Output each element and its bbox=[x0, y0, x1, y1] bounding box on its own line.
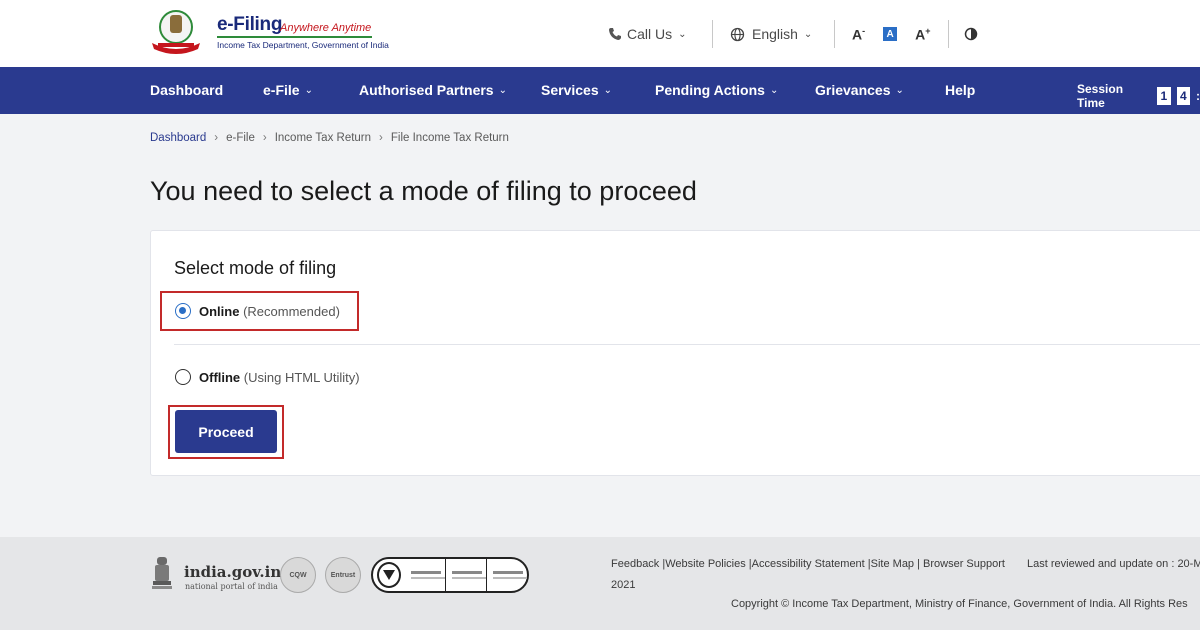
language-label: English bbox=[752, 26, 798, 42]
session-digit: 4 bbox=[1176, 87, 1191, 105]
header-divider bbox=[712, 20, 713, 48]
nav-authorised-partners[interactable]: Authorised Partners ⌄ bbox=[359, 82, 507, 98]
nav-grievances[interactable]: Grievances ⌄ bbox=[815, 82, 904, 98]
call-us-dropdown[interactable]: Call Us ⌄ bbox=[608, 22, 687, 46]
font-size-controls: A- A A+ bbox=[852, 22, 931, 46]
radio-online-button[interactable] bbox=[175, 303, 191, 319]
chevron-down-icon: ⌄ bbox=[678, 28, 687, 40]
contrast-icon bbox=[964, 27, 978, 41]
option-online-desc: (Recommended) bbox=[243, 303, 340, 319]
breadcrumb-separator: › bbox=[262, 132, 267, 144]
iso-badge-icon bbox=[405, 559, 446, 591]
chevron-down-icon: ⌄ bbox=[304, 84, 313, 96]
cqw-seal-icon: CQW bbox=[280, 557, 316, 593]
national-emblem-icon bbox=[152, 557, 172, 589]
language-dropdown[interactable]: English ⌄ bbox=[730, 22, 812, 46]
chevron-down-icon: ⌄ bbox=[895, 84, 904, 96]
brand-title: e-Filing bbox=[217, 14, 283, 35]
bsi-heart-icon bbox=[377, 562, 401, 588]
radio-offline-button[interactable] bbox=[175, 369, 191, 385]
proceed-button[interactable]: Proceed bbox=[175, 410, 277, 453]
phone-icon bbox=[609, 28, 621, 40]
india-gov-subtitle: national portal of india bbox=[185, 582, 278, 591]
footer: india.gov.in national portal of india CQ… bbox=[0, 537, 1200, 630]
brand-tagline: Anywhere Anytime bbox=[280, 22, 372, 34]
breadcrumb-itr[interactable]: Income Tax Return bbox=[275, 132, 371, 144]
font-decrease-button[interactable]: A- bbox=[852, 26, 865, 43]
nav-efile[interactable]: e-File ⌄ bbox=[263, 82, 313, 98]
option-offline-desc: (Using HTML Utility) bbox=[243, 369, 360, 385]
chevron-down-icon: ⌄ bbox=[498, 84, 507, 96]
main-navbar: Dashboard e-File ⌄ Authorised Partners ⌄ S… bbox=[0, 67, 1200, 114]
page-title: You need to select a mode of filing to p… bbox=[150, 176, 697, 206]
breadcrumb-dashboard[interactable]: Dashboard bbox=[150, 132, 206, 144]
font-increase-button[interactable]: A+ bbox=[915, 26, 930, 43]
card-divider bbox=[174, 344, 1200, 345]
card-title: Select mode of filing bbox=[174, 258, 337, 278]
breadcrumb-separator: › bbox=[379, 132, 383, 144]
breadcrumb-efile[interactable]: e-File bbox=[226, 132, 255, 144]
iso-certification-badges bbox=[371, 557, 529, 593]
iso-badge-icon bbox=[446, 559, 487, 591]
footer-last-reviewed: Last reviewed and update on : 20-M bbox=[1027, 558, 1200, 570]
breadcrumb: Dashboard › e-File › Income Tax Return ›… bbox=[150, 132, 509, 144]
emblem-logo-icon bbox=[152, 10, 200, 54]
brand-subtitle: Income Tax Department, Government of Ind… bbox=[217, 40, 389, 50]
chevron-down-icon: ⌄ bbox=[769, 84, 779, 96]
font-normal-button[interactable]: A bbox=[883, 27, 898, 41]
india-gov-title[interactable]: india.gov.in bbox=[184, 563, 281, 581]
nav-pending-actions[interactable]: Pending Actions ⌄ bbox=[655, 82, 778, 98]
efiling-logo[interactable]: e-Filing Anywhere Anytime Income Tax Dep… bbox=[150, 9, 389, 57]
footer-copyright: Copyright © Income Tax Department, Minis… bbox=[731, 598, 1188, 610]
call-us-label: Call Us bbox=[627, 26, 673, 42]
top-header: e-Filing Anywhere Anytime Income Tax Dep… bbox=[0, 0, 1200, 67]
iso-badge-icon bbox=[487, 559, 527, 591]
header-divider bbox=[834, 20, 835, 48]
footer-last-reviewed-year: 2021 bbox=[611, 579, 636, 591]
contrast-toggle[interactable] bbox=[964, 22, 978, 46]
session-digit: 1 bbox=[1157, 87, 1171, 105]
breadcrumb-separator: › bbox=[214, 132, 219, 144]
breadcrumb-current: File Income Tax Return bbox=[390, 132, 509, 144]
header-divider bbox=[948, 20, 949, 48]
session-timer: Session Time 1 4 : bbox=[1077, 82, 1200, 110]
chevron-down-icon: ⌄ bbox=[803, 28, 813, 40]
radio-offline[interactable]: Offline (Using HTML Utility) bbox=[175, 369, 360, 385]
nav-help[interactable]: Help bbox=[945, 82, 975, 98]
entrust-seal-icon: Entrust bbox=[325, 557, 361, 593]
globe-icon bbox=[730, 27, 745, 41]
session-label: Session Time bbox=[1077, 82, 1124, 110]
radio-online[interactable]: Online (Recommended) bbox=[175, 303, 340, 319]
nav-services[interactable]: Services ⌄ bbox=[541, 82, 612, 98]
brand-divider bbox=[217, 36, 372, 38]
chevron-down-icon: ⌄ bbox=[603, 84, 612, 96]
footer-links[interactable]: Feedback |Website Policies |Accessibilit… bbox=[611, 558, 1005, 570]
option-online-label: Online bbox=[199, 303, 240, 319]
nav-dashboard[interactable]: Dashboard bbox=[150, 82, 223, 98]
session-separator: : bbox=[1196, 89, 1200, 103]
option-offline-label: Offline bbox=[199, 369, 241, 385]
filing-mode-card: Select mode of filing Online (Recommende… bbox=[150, 230, 1200, 476]
